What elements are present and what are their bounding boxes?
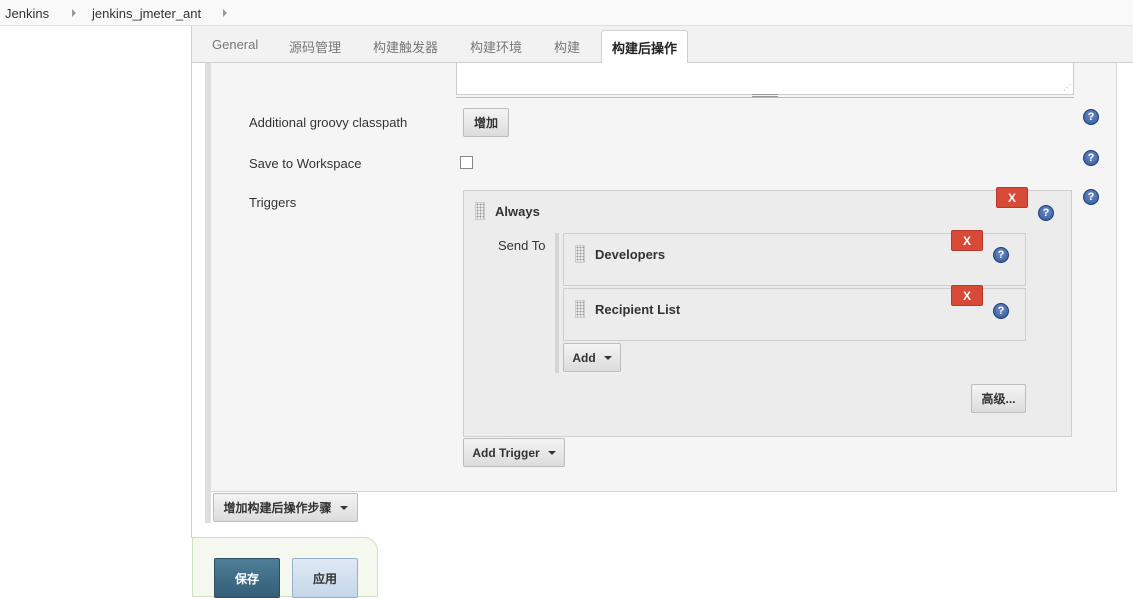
chevron-right-icon[interactable] bbox=[223, 9, 227, 17]
tab-post-build-actions[interactable]: 构建后操作 bbox=[601, 30, 689, 64]
recipient-developers-title: Developers bbox=[595, 247, 666, 262]
add-post-build-step-dropdown[interactable]: 增加构建后操作步骤 bbox=[213, 493, 358, 522]
breadcrumb-jenkins[interactable]: Jenkins bbox=[5, 6, 49, 21]
add-post-build-step-label: 增加构建后操作步骤 bbox=[223, 501, 332, 515]
drag-handle-icon[interactable] bbox=[475, 202, 485, 220]
breadcrumb: Jenkins jenkins_jmeter_ant bbox=[0, 0, 1133, 26]
save-workspace-checkbox[interactable] bbox=[460, 156, 473, 169]
tab-build-environment[interactable]: 构建环境 bbox=[470, 37, 522, 56]
help-icon[interactable]: ? bbox=[993, 303, 1009, 319]
add-trigger-label: Add Trigger bbox=[472, 445, 540, 460]
dropdown-caret-icon bbox=[547, 450, 556, 455]
drag-handle-icon[interactable] bbox=[575, 245, 585, 263]
add-trigger-dropdown[interactable]: Add Trigger bbox=[463, 438, 565, 467]
help-icon[interactable]: ? bbox=[1083, 109, 1099, 125]
tab-scm[interactable]: 源码管理 bbox=[289, 37, 341, 56]
help-icon[interactable]: ? bbox=[1083, 150, 1099, 166]
chevron-right-icon[interactable] bbox=[72, 9, 76, 17]
textarea-splitter[interactable] bbox=[456, 94, 1074, 98]
send-to-label: Send To bbox=[498, 238, 546, 253]
tab-general[interactable]: General bbox=[212, 37, 258, 52]
tab-build[interactable]: 构建 bbox=[554, 37, 580, 56]
save-workspace-label: Save to Workspace bbox=[249, 156, 362, 171]
trigger-title: Always bbox=[495, 204, 540, 219]
section-indent-bar bbox=[205, 63, 211, 523]
remove-recipient-list-button[interactable]: X bbox=[951, 285, 983, 306]
save-button[interactable]: 保存 bbox=[214, 558, 280, 598]
add-recipient-dropdown[interactable]: Add bbox=[563, 343, 621, 372]
breadcrumb-job[interactable]: jenkins_jmeter_ant bbox=[92, 6, 201, 21]
config-tabbar: General 源码管理 构建触发器 构建环境 构建 构建后操作 bbox=[192, 26, 1133, 64]
drag-handle-icon[interactable] bbox=[752, 94, 778, 97]
advanced-button[interactable]: 高级... bbox=[971, 384, 1026, 413]
add-classpath-button[interactable]: 增加 bbox=[463, 108, 509, 137]
help-icon[interactable]: ? bbox=[1038, 205, 1054, 221]
script-textarea[interactable]: ⋰ bbox=[456, 63, 1074, 95]
dropdown-caret-icon bbox=[603, 355, 612, 360]
apply-button[interactable]: 应用 bbox=[292, 558, 358, 598]
main-panel-border bbox=[191, 26, 192, 538]
help-icon[interactable]: ? bbox=[993, 247, 1009, 263]
send-to-indent-bar bbox=[555, 233, 559, 373]
remove-developers-button[interactable]: X bbox=[951, 230, 983, 251]
groovy-classpath-label: Additional groovy classpath bbox=[249, 115, 408, 130]
resize-grip-icon[interactable]: ⋰ bbox=[1063, 84, 1071, 92]
tab-build-triggers[interactable]: 构建触发器 bbox=[373, 37, 438, 56]
remove-trigger-button[interactable]: X bbox=[996, 187, 1028, 208]
drag-handle-icon[interactable] bbox=[575, 300, 585, 318]
triggers-label: Triggers bbox=[249, 195, 297, 210]
dropdown-caret-icon bbox=[339, 505, 348, 510]
recipient-list-title: Recipient List bbox=[595, 302, 681, 317]
help-icon[interactable]: ? bbox=[1083, 189, 1099, 205]
add-recipient-label: Add bbox=[572, 350, 596, 365]
